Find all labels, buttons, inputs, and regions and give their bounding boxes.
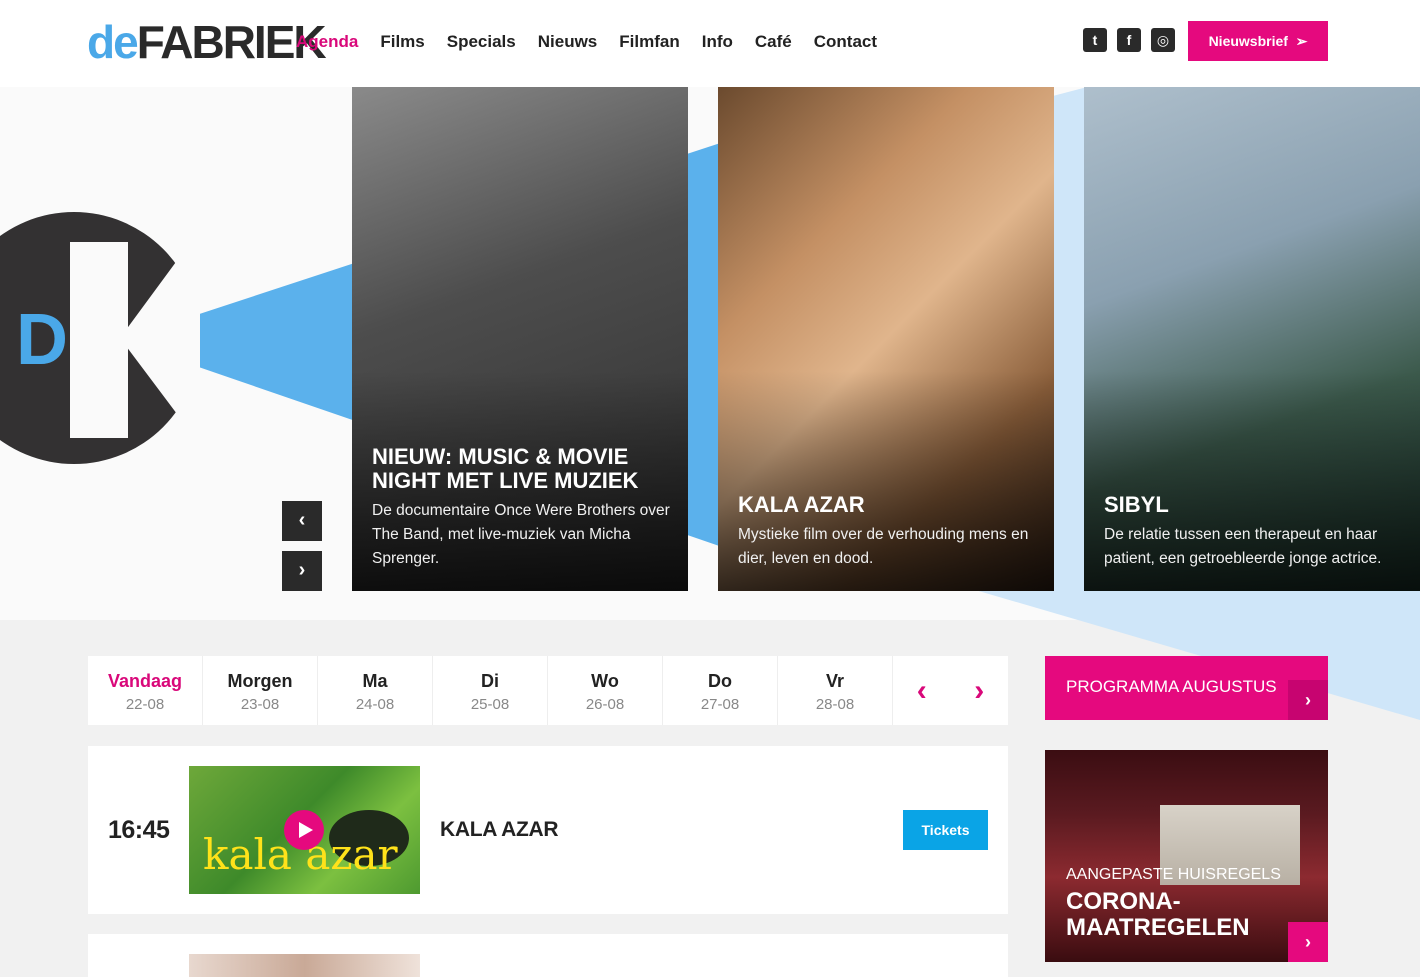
day-tab-morgen[interactable]: Morgen 23-08 bbox=[203, 656, 318, 725]
brand-mark-icon: D bbox=[0, 212, 200, 464]
day-date: 26-08 bbox=[585, 696, 625, 713]
film-poster[interactable] bbox=[189, 954, 420, 977]
card-title: KALA AZAR bbox=[738, 492, 865, 517]
day-date: 25-08 bbox=[470, 696, 510, 713]
corona-subtitle: AANGEPASTE HUISREGELS bbox=[1066, 866, 1281, 883]
tickets-button[interactable]: Tickets bbox=[903, 810, 988, 850]
hero-card-music-movie-night[interactable]: NIEUW: MUSIC & MOVIE NIGHT MET LIVE MUZI… bbox=[352, 87, 688, 591]
day-name: Vandaag bbox=[107, 671, 183, 691]
facebook-icon[interactable]: f bbox=[1117, 28, 1141, 52]
nav-specials[interactable]: Specials bbox=[447, 30, 516, 54]
programme-label: PROGRAMMA AUGUSTUS bbox=[1066, 677, 1277, 696]
main-nav: Agenda Films Specials Nieuws Filmfan Inf… bbox=[296, 30, 899, 54]
newsletter-label: Nieuwsbrief bbox=[1208, 33, 1288, 49]
card-description: De documentaire Once Were Brothers over … bbox=[372, 502, 670, 567]
nav-cafe[interactable]: Café bbox=[755, 30, 792, 54]
chevron-right-icon: › bbox=[298, 559, 306, 581]
social-links: t f ◎ bbox=[1083, 28, 1175, 52]
site-header: deFABRIEK Agenda Films Specials Nieuws F… bbox=[0, 0, 1420, 87]
day-tab-di[interactable]: Di 25-08 bbox=[433, 656, 548, 725]
day-date: 28-08 bbox=[815, 696, 855, 713]
day-name: Ma bbox=[362, 671, 388, 691]
logo-de: de bbox=[87, 16, 139, 68]
twitter-icon[interactable]: t bbox=[1083, 28, 1107, 52]
day-tab-wo[interactable]: Wo 26-08 bbox=[548, 656, 663, 725]
instagram-icon[interactable]: ◎ bbox=[1151, 28, 1175, 52]
day-tab-vr[interactable]: Vr 28-08 bbox=[778, 656, 893, 725]
chevron-left-icon[interactable]: ‹ bbox=[917, 674, 927, 708]
chevron-right-icon[interactable]: › bbox=[974, 674, 984, 708]
nav-info[interactable]: Info bbox=[702, 30, 733, 54]
nav-contact[interactable]: Contact bbox=[814, 30, 877, 54]
film-poster[interactable]: kala azar bbox=[189, 766, 420, 894]
play-icon[interactable] bbox=[284, 810, 324, 850]
newsletter-button[interactable]: Nieuwsbrief ➢ bbox=[1188, 21, 1328, 61]
day-date: 23-08 bbox=[240, 696, 280, 713]
mark-letter: D bbox=[16, 300, 68, 380]
day-tab-ma[interactable]: Ma 24-08 bbox=[318, 656, 433, 725]
card-title: NIEUW: MUSIC & MOVIE NIGHT MET LIVE MUZI… bbox=[372, 444, 639, 493]
day-name: Wo bbox=[591, 671, 619, 691]
day-tab-vandaag[interactable]: Vandaag 22-08 bbox=[88, 656, 203, 725]
day-date: 27-08 bbox=[700, 696, 740, 713]
hero-prev-button[interactable]: ‹ bbox=[282, 501, 322, 541]
agenda-date-bar: Vandaag 22-08 Morgen 23-08 Ma 24-08 Di 25-08… bbox=[88, 656, 1008, 725]
listing-row: 16:45 kala azar KALA AZAR Tickets bbox=[88, 746, 1008, 914]
corona-card[interactable]: AANGEPASTE HUISREGELS CORONA-MAATREGELEN… bbox=[1045, 750, 1328, 962]
listing-row bbox=[88, 934, 1008, 977]
nav-nieuws[interactable]: Nieuws bbox=[538, 30, 598, 54]
day-tab-do[interactable]: Do 27-08 bbox=[663, 656, 778, 725]
chevron-right-icon: › bbox=[1288, 922, 1328, 962]
hero-next-button[interactable]: › bbox=[282, 551, 322, 591]
showtime: 16:45 bbox=[108, 816, 170, 844]
chevron-left-icon: ‹ bbox=[298, 509, 306, 531]
site-logo[interactable]: deFABRIEK bbox=[87, 16, 327, 68]
date-nav: ‹ › bbox=[893, 656, 1008, 725]
day-name: Do bbox=[708, 671, 732, 691]
film-title[interactable]: KALA AZAR bbox=[440, 818, 559, 842]
day-date: 22-08 bbox=[125, 696, 165, 713]
day-date: 24-08 bbox=[355, 696, 395, 713]
day-name: Morgen bbox=[227, 671, 293, 691]
card-description: Mystieke film over de verhouding mens en… bbox=[738, 526, 1029, 567]
hero-card-sibyl[interactable]: SIBYL De relatie tussen een therapeut en… bbox=[1084, 87, 1420, 591]
nav-filmfan[interactable]: Filmfan bbox=[619, 30, 679, 54]
nav-agenda[interactable]: Agenda bbox=[296, 30, 358, 54]
hero-card-kala-azar[interactable]: KALA AZAR Mystieke film over de verhoudi… bbox=[718, 87, 1054, 591]
day-name: Di bbox=[481, 671, 499, 691]
day-name: Vr bbox=[825, 671, 845, 691]
programme-button[interactable]: PROGRAMMA AUGUSTUS › bbox=[1045, 656, 1328, 720]
send-icon: ➢ bbox=[1291, 33, 1308, 49]
card-description: De relatie tussen een therapeut en haar … bbox=[1104, 526, 1382, 567]
card-title: SIBYL bbox=[1104, 492, 1169, 517]
chevron-right-icon: › bbox=[1288, 680, 1328, 720]
nav-films[interactable]: Films bbox=[380, 30, 424, 54]
